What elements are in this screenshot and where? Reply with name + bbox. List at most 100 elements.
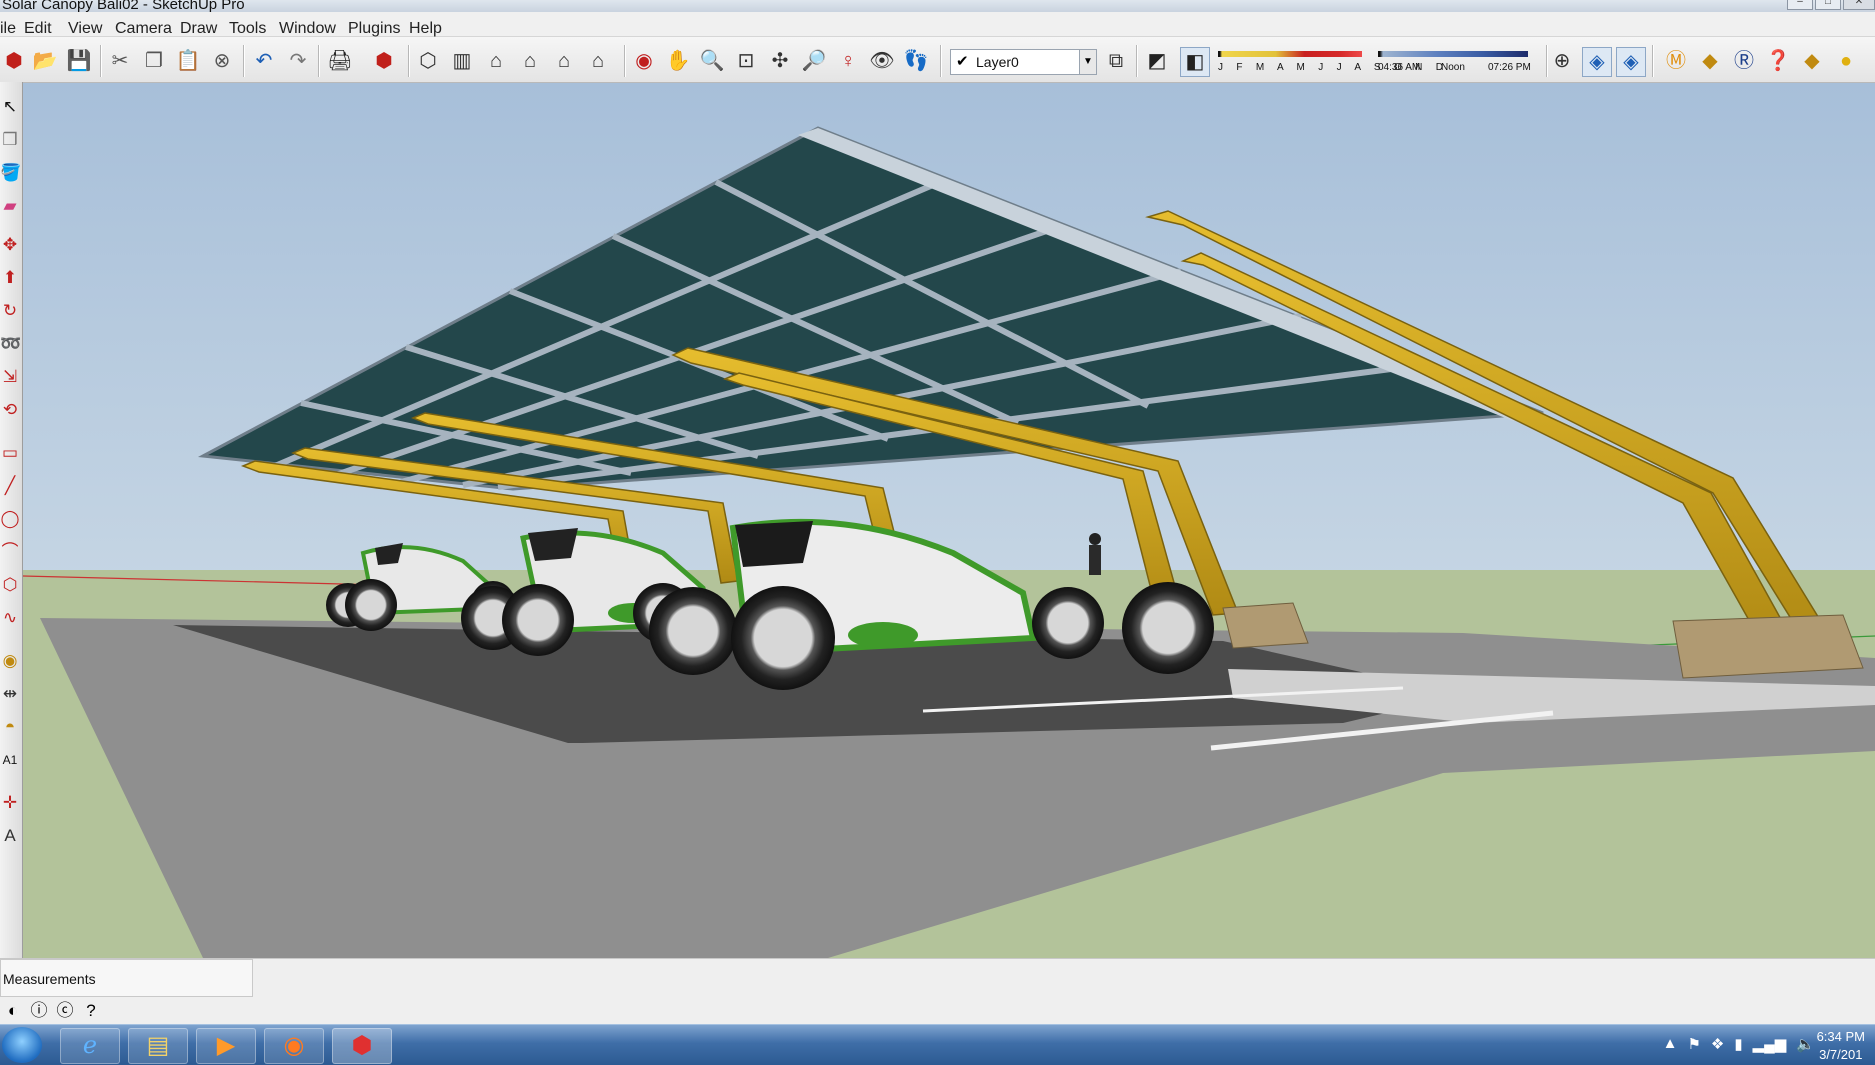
look-around-icon[interactable]: 👁: [868, 47, 896, 75]
print-icon[interactable]: 🖨: [326, 47, 354, 75]
show-hidden-icons-icon[interactable]: ▲: [1663, 1035, 1678, 1053]
menu-tools[interactable]: Tools: [229, 20, 266, 38]
menu-file[interactable]: ile: [0, 20, 16, 38]
left-view-icon[interactable]: ⌂: [584, 47, 612, 75]
3d-text-icon[interactable]: A: [0, 823, 20, 849]
zoom-icon[interactable]: 🔍: [698, 47, 726, 75]
help-icon[interactable]: ?: [78, 1000, 104, 1022]
tag-plugin-icon[interactable]: ◆: [1696, 47, 1724, 75]
zoom-window-icon[interactable]: ⊡: [732, 47, 760, 75]
close-button[interactable]: ✕: [1843, 0, 1875, 10]
dimension-icon[interactable]: ⇹: [0, 681, 20, 707]
menu-edit[interactable]: Edit: [24, 20, 52, 38]
protractor-icon[interactable]: ◓: [0, 714, 20, 740]
save-icon[interactable]: 💾: [65, 47, 93, 75]
right-view-icon[interactable]: ⌂: [516, 47, 544, 75]
layer-dropdown[interactable]: ✔ Layer0 ▼: [950, 49, 1097, 75]
sketchup-logo-icon[interactable]: ⬢: [0, 47, 28, 75]
previous-view-icon[interactable]: 🔎: [800, 47, 828, 75]
media-player-icon[interactable]: ▶: [196, 1028, 256, 1064]
user-icon[interactable]: ⓒ: [52, 1000, 78, 1022]
sketchup-taskbar-icon[interactable]: ⬢: [332, 1028, 392, 1064]
menu-window[interactable]: Window: [279, 20, 336, 38]
m-plugin-icon[interactable]: Ⓜ: [1662, 47, 1690, 75]
front-view-icon[interactable]: ⌂: [482, 47, 510, 75]
help-icon[interactable]: ❓: [1764, 47, 1792, 75]
month-slider-track[interactable]: [1218, 51, 1362, 57]
battery-icon[interactable]: ▮: [1734, 1035, 1742, 1053]
section-plane-icon[interactable]: ⊕: [1548, 47, 1576, 75]
menu-camera[interactable]: Camera: [115, 20, 172, 38]
line-icon[interactable]: ╱: [0, 473, 20, 499]
select-icon[interactable]: ↖: [0, 94, 20, 120]
axes-icon[interactable]: ✛: [0, 790, 20, 816]
geo-location-icon[interactable]: ◐: [0, 1000, 26, 1022]
follow-me-icon[interactable]: ➿: [0, 331, 20, 357]
shadow-time-slider[interactable]: 04:36 AM Noon 07:26 PM: [1378, 49, 1531, 75]
polygon-icon[interactable]: ⬡: [0, 572, 20, 598]
iso-view-icon[interactable]: ⬡: [414, 47, 442, 75]
3d-viewport[interactable]: [23, 83, 1875, 958]
position-camera-icon[interactable]: ♀: [834, 47, 862, 75]
open-icon[interactable]: 📂: [31, 47, 59, 75]
network-flag-icon[interactable]: ⚑: [1687, 1035, 1700, 1053]
menu-plugins[interactable]: Plugins: [348, 20, 400, 38]
paste-icon[interactable]: 📋: [174, 47, 202, 75]
top-view-icon[interactable]: ▥: [448, 47, 476, 75]
menu-help[interactable]: Help: [409, 20, 442, 38]
copy-icon[interactable]: ❐: [140, 47, 168, 75]
scale-icon[interactable]: ⇲: [0, 364, 20, 390]
taskbar-clock[interactable]: 6:34 PM 3/7/201: [1817, 1028, 1865, 1064]
firefox-icon[interactable]: ◉: [264, 1028, 324, 1064]
offset-icon[interactable]: ⟲: [0, 397, 20, 423]
text-icon[interactable]: A1: [0, 747, 20, 773]
shadow-month-slider[interactable]: J F M A M J J A S O N D: [1218, 49, 1443, 75]
windows-start-icon[interactable]: [2, 1027, 42, 1063]
render-icon[interactable]: Ⓡ: [1730, 47, 1758, 75]
erase-icon[interactable]: ⊗: [208, 47, 236, 75]
signal-icon[interactable]: ▂▄▆: [1753, 1035, 1787, 1053]
rotate-icon[interactable]: ↻: [0, 298, 20, 324]
minimize-button[interactable]: –: [1787, 0, 1813, 10]
eraser-icon[interactable]: ▰: [0, 193, 20, 219]
tape-measure-icon[interactable]: ◉: [0, 648, 20, 674]
model-info-icon[interactable]: ⬢: [370, 47, 398, 75]
fog-icon[interactable]: ◧: [1180, 47, 1210, 77]
file-explorer-icon[interactable]: ▤: [128, 1028, 188, 1064]
show-section-cuts-icon[interactable]: ◈: [1616, 47, 1646, 77]
circle-icon[interactable]: ◯: [0, 506, 20, 532]
maximize-button[interactable]: □: [1815, 0, 1841, 10]
redo-icon[interactable]: ↷: [284, 47, 312, 75]
chevron-down-icon[interactable]: ▼: [1079, 50, 1096, 74]
layer-manager-icon[interactable]: ⧉: [1102, 47, 1130, 75]
time-start-label: 04:36 AM: [1378, 62, 1421, 73]
menu-draw[interactable]: Draw: [180, 20, 217, 38]
components-icon[interactable]: ◆: [1798, 47, 1826, 75]
arc-icon[interactable]: ⌒: [0, 539, 20, 565]
orbit-icon[interactable]: ◉: [630, 47, 658, 75]
shadows-icon[interactable]: ◩: [1143, 47, 1171, 75]
walk-icon[interactable]: 👣: [902, 47, 930, 75]
credits-icon[interactable]: ⓘ: [26, 1000, 52, 1022]
time-slider-track[interactable]: [1378, 51, 1528, 57]
dropbox-icon[interactable]: ❖: [1711, 1035, 1724, 1053]
make-component-icon[interactable]: ❒: [0, 127, 20, 153]
volume-icon[interactable]: 🔈: [1796, 1035, 1815, 1053]
back-view-icon[interactable]: ⌂: [550, 47, 578, 75]
sun-icon[interactable]: ●: [1832, 47, 1860, 75]
rectangle-icon[interactable]: ▭: [0, 440, 20, 466]
move-icon[interactable]: ✥: [0, 232, 20, 258]
menu-view[interactable]: View: [68, 20, 102, 38]
model-scene[interactable]: [23, 83, 1875, 958]
display-section-icon[interactable]: ◈: [1582, 47, 1612, 77]
internet-explorer-icon[interactable]: ℯ: [60, 1028, 120, 1064]
check-icon: ✔: [956, 53, 969, 70]
paint-bucket-icon[interactable]: 🪣: [0, 160, 20, 186]
measurements-box[interactable]: Measurements: [0, 959, 253, 997]
cut-icon[interactable]: ✂: [106, 47, 134, 75]
push-pull-icon[interactable]: ⬆: [0, 265, 20, 291]
zoom-extents-icon[interactable]: ✣: [766, 47, 794, 75]
freehand-icon[interactable]: ∿: [0, 605, 20, 631]
pan-icon[interactable]: ✋: [664, 47, 692, 75]
undo-icon[interactable]: ↶: [250, 47, 278, 75]
